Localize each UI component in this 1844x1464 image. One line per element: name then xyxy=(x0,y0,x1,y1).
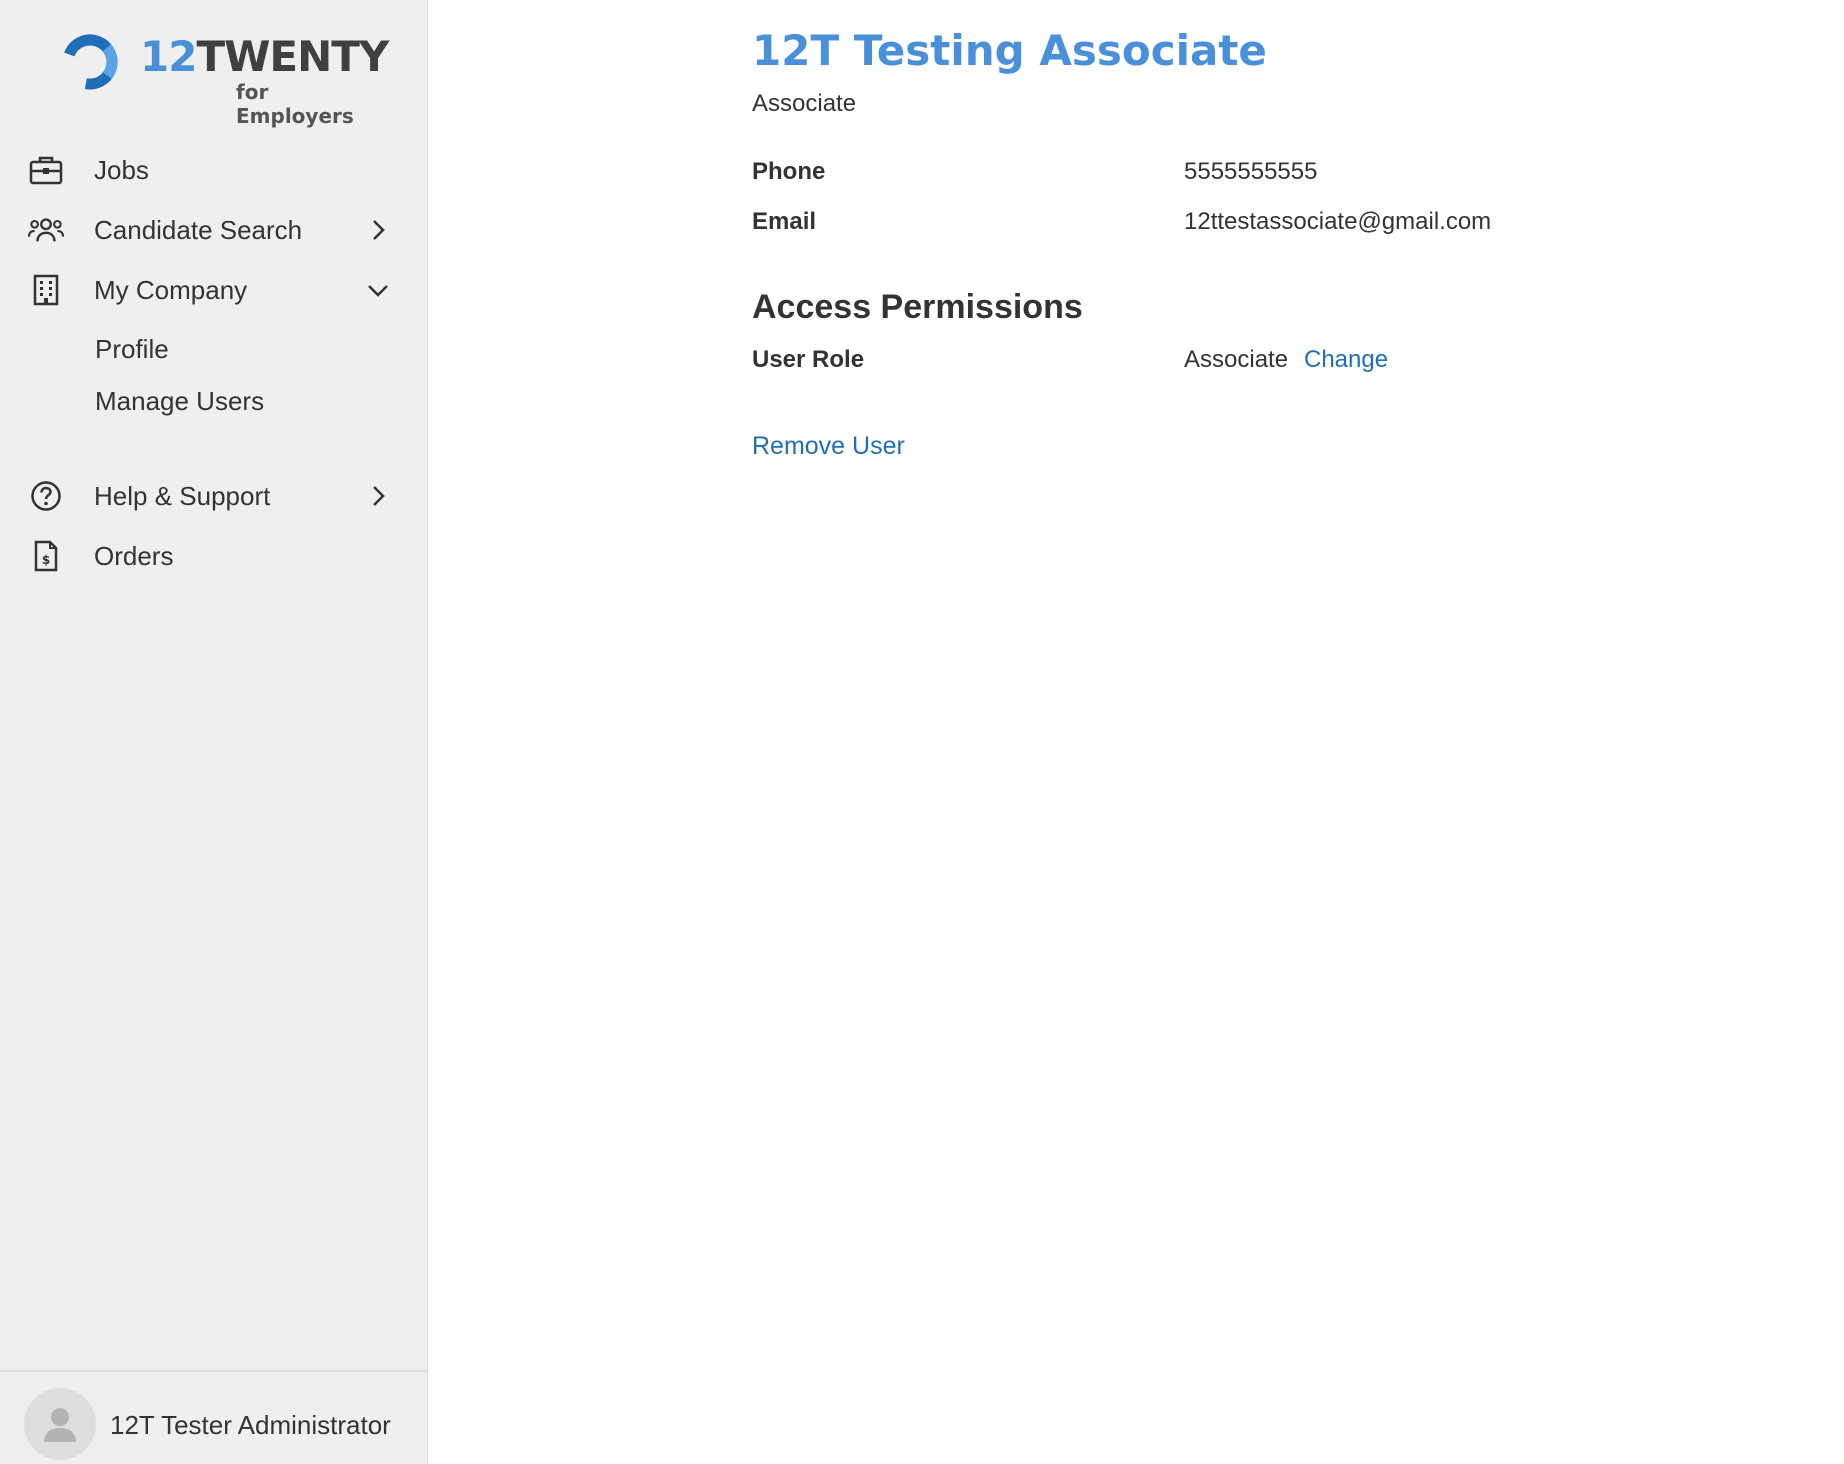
change-role-link[interactable]: Change xyxy=(1304,346,1388,374)
building-icon xyxy=(28,272,64,308)
logo-subtitle: for Employers xyxy=(236,80,354,128)
sidebar-item-jobs[interactable]: Jobs xyxy=(0,144,428,196)
sidebar: 12TWENTY for Employers Jobs Candidate Se… xyxy=(0,0,428,1464)
email-label: Email xyxy=(752,208,817,235)
access-permissions-heading: Access Permissions xyxy=(752,288,1083,326)
sidebar-item-label: Orders xyxy=(94,540,174,571)
phone-value: 5555555555 xyxy=(1184,158,1318,185)
sidebar-footer: 12T Tester Administrator xyxy=(0,1370,428,1464)
sidebar-item-orders[interactable]: $ Orders xyxy=(0,530,428,582)
sidebar-item-label: Jobs xyxy=(94,154,149,185)
sidebar-item-candidate-search[interactable]: Candidate Search xyxy=(0,204,428,256)
svg-text:$: $ xyxy=(42,553,50,567)
briefcase-icon xyxy=(28,152,64,188)
chevron-right-icon xyxy=(373,486,385,506)
phone-label: Phone xyxy=(752,158,826,185)
user-role-value: Associate xyxy=(1184,346,1289,373)
sidebar-item-label: My Company xyxy=(94,274,248,305)
email-value: 12ttestassociate@gmail.com xyxy=(1184,208,1492,235)
sidebar-item-help-support[interactable]: Help & Support xyxy=(0,470,428,522)
avatar-icon[interactable] xyxy=(24,1388,96,1460)
question-circle-icon xyxy=(28,478,64,514)
logo-wordmark: 12TWENTY xyxy=(140,32,389,81)
sidebar-item-my-company[interactable]: My Company xyxy=(0,264,428,316)
logo[interactable]: 12TWENTY for Employers xyxy=(58,30,389,128)
sidebar-item-label: Candidate Search xyxy=(94,214,303,245)
user-subtitle: Associate xyxy=(752,90,857,117)
remove-user-link[interactable]: Remove User xyxy=(752,432,905,461)
users-icon xyxy=(28,212,64,248)
sidebar-subitem-profile[interactable]: Profile xyxy=(95,334,169,365)
current-user-name[interactable]: 12T Tester Administrator xyxy=(110,1410,391,1441)
invoice-icon: $ xyxy=(28,538,64,574)
logo-mark-icon xyxy=(62,34,118,90)
sidebar-item-label: Help & Support xyxy=(94,480,271,511)
chevron-right-icon xyxy=(373,220,385,240)
page-title: 12T Testing Associate xyxy=(752,26,1267,75)
sidebar-subitem-manage-users[interactable]: Manage Users xyxy=(95,386,264,417)
app: 12TWENTY for Employers Jobs Candidate Se… xyxy=(0,0,1844,1464)
user-role-label: User Role xyxy=(752,346,865,373)
chevron-down-icon xyxy=(368,285,388,297)
